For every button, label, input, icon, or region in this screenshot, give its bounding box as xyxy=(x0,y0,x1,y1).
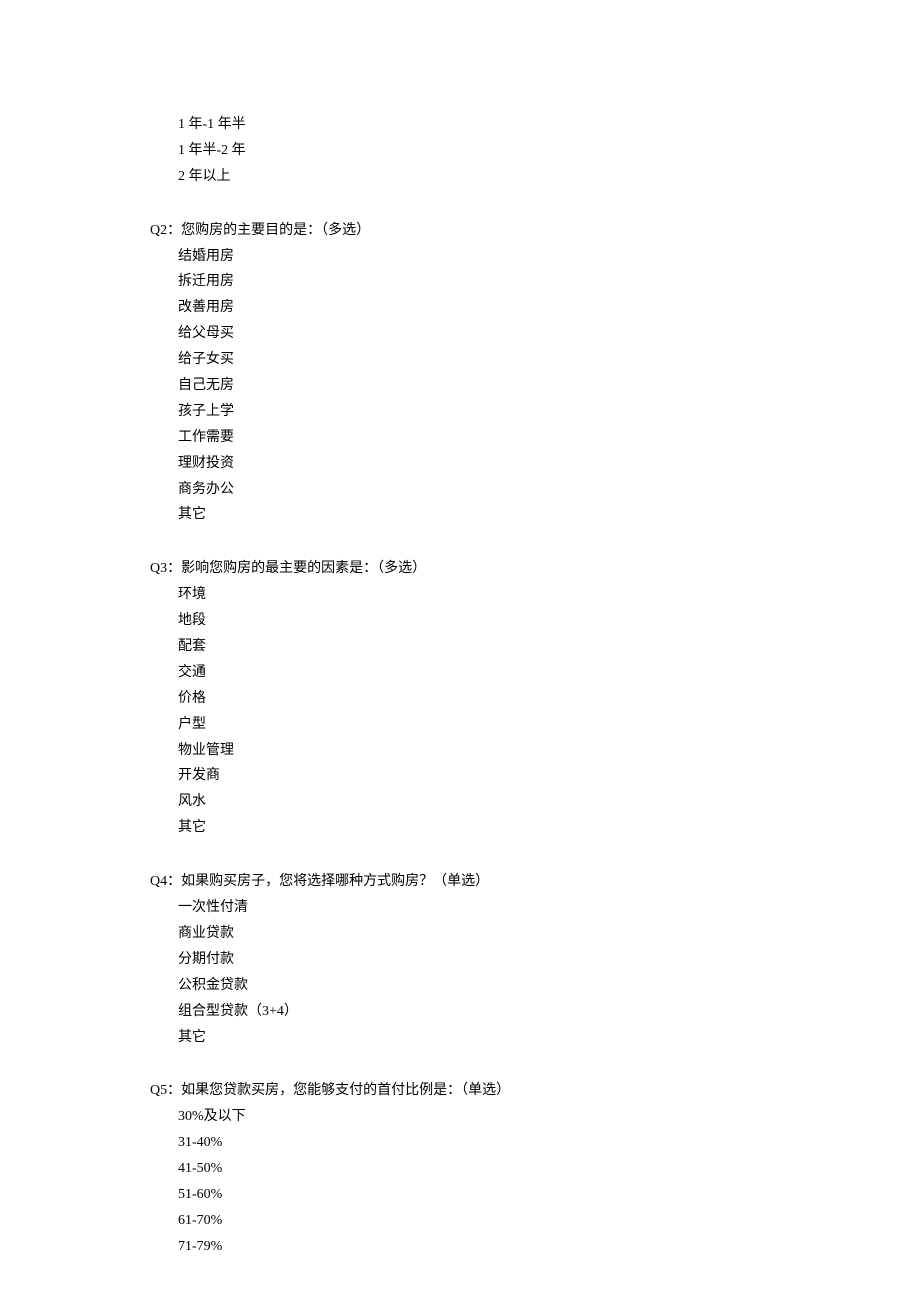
list-item: 30%及以下 xyxy=(178,1104,920,1130)
list-item: 交通 xyxy=(178,660,920,686)
question-label: Q3：影响您购房的最主要的因素是：（多选） xyxy=(150,556,920,582)
list-item: 31-40% xyxy=(178,1130,920,1156)
question-1-options: 1 年-1 年半 1 年半-2 年 2 年以上 xyxy=(150,112,920,190)
list-item: 给父母买 xyxy=(178,321,920,347)
list-item: 环境 xyxy=(178,582,920,608)
list-item: 分期付款 xyxy=(178,947,920,973)
list-item: 其它 xyxy=(178,502,920,528)
list-item: 给子女买 xyxy=(178,347,920,373)
list-item: 物业管理 xyxy=(178,738,920,764)
list-item: 一次性付清 xyxy=(178,895,920,921)
list-item: 开发商 xyxy=(178,763,920,789)
question-5-options: 30%及以下 31-40% 41-50% 51-60% 61-70% 71-79… xyxy=(150,1104,920,1259)
list-item: 公积金贷款 xyxy=(178,973,920,999)
list-item: 61-70% xyxy=(178,1208,920,1234)
question-4-options: 一次性付清 商业贷款 分期付款 公积金贷款 组合型贷款（3+4） 其它 xyxy=(150,895,920,1050)
question-2: Q2：您购房的主要目的是：（多选） 结婚用房 拆迁用房 改善用房 给父母买 给子… xyxy=(150,218,920,529)
list-item: 商业贷款 xyxy=(178,921,920,947)
question-3: Q3：影响您购房的最主要的因素是：（多选） 环境 地段 配套 交通 价格 户型 … xyxy=(150,556,920,841)
list-item: 组合型贷款（3+4） xyxy=(178,999,920,1025)
list-item: 自己无房 xyxy=(178,373,920,399)
question-4: Q4：如果购买房子，您将选择哪种方式购房？（单选） 一次性付清 商业贷款 分期付… xyxy=(150,869,920,1050)
document-page: 1 年-1 年半 1 年半-2 年 2 年以上 Q2：您购房的主要目的是：（多选… xyxy=(0,0,920,1302)
list-item: 71-79% xyxy=(178,1234,920,1260)
list-item: 孩子上学 xyxy=(178,399,920,425)
list-item: 41-50% xyxy=(178,1156,920,1182)
list-item: 2 年以上 xyxy=(178,164,920,190)
list-item: 51-60% xyxy=(178,1182,920,1208)
list-item: 工作需要 xyxy=(178,425,920,451)
question-2-options: 结婚用房 拆迁用房 改善用房 给父母买 给子女买 自己无房 孩子上学 工作需要 … xyxy=(150,244,920,529)
list-item: 其它 xyxy=(178,1025,920,1051)
question-5: Q5：如果您贷款买房，您能够支付的首付比例是：（单选） 30%及以下 31-40… xyxy=(150,1078,920,1259)
question-label: Q4：如果购买房子，您将选择哪种方式购房？（单选） xyxy=(150,869,920,895)
list-item: 结婚用房 xyxy=(178,244,920,270)
list-item: 1 年半-2 年 xyxy=(178,138,920,164)
list-item: 其它 xyxy=(178,815,920,841)
list-item: 地段 xyxy=(178,608,920,634)
question-label: Q2：您购房的主要目的是：（多选） xyxy=(150,218,920,244)
list-item: 1 年-1 年半 xyxy=(178,112,920,138)
question-label: Q5：如果您贷款买房，您能够支付的首付比例是：（单选） xyxy=(150,1078,920,1104)
list-item: 拆迁用房 xyxy=(178,269,920,295)
list-item: 改善用房 xyxy=(178,295,920,321)
question-3-options: 环境 地段 配套 交通 价格 户型 物业管理 开发商 风水 其它 xyxy=(150,582,920,841)
list-item: 价格 xyxy=(178,686,920,712)
question-1-continued: 1 年-1 年半 1 年半-2 年 2 年以上 xyxy=(150,112,920,190)
list-item: 风水 xyxy=(178,789,920,815)
list-item: 商务办公 xyxy=(178,477,920,503)
list-item: 配套 xyxy=(178,634,920,660)
list-item: 理财投资 xyxy=(178,451,920,477)
list-item: 户型 xyxy=(178,712,920,738)
